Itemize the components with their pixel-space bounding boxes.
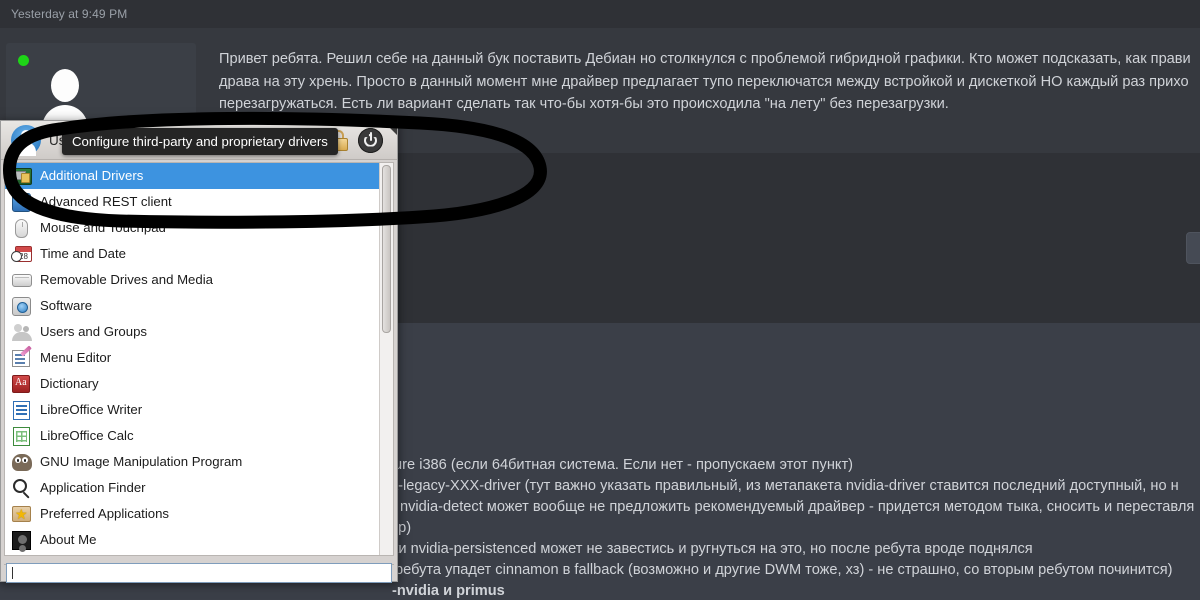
avatar-head-shape [51,69,79,102]
about-me-icon [11,529,33,551]
online-status-dot [18,55,29,66]
settings-list-item[interactable]: About Me [5,527,380,553]
settings-list-item[interactable]: Additional Drivers [5,163,380,189]
settings-list-item-label: Software [40,298,93,314]
message-body: Привет ребята. Решил себе на данный бук … [219,48,1200,116]
power-icon[interactable] [358,127,383,153]
settings-list-item[interactable]: LibreOffice Writer [5,397,380,423]
settings-list-item-label: Menu Editor [40,350,112,366]
settings-list-item-label: Additional Drivers [40,168,144,184]
rest-client-icon [11,191,33,213]
settings-list-item[interactable]: Advanced REST client [5,189,380,215]
calc-icon [11,425,33,447]
settings-list-item[interactable]: Mouse and Touchpad [5,215,380,241]
instruction-line: a-legacy-XXX-driver (тут важно указать п… [390,478,1179,494]
settings-list-item[interactable]: Dictionary [5,371,380,397]
gimp-icon [11,451,33,473]
settings-list-item-label: GNU Image Manipulation Program [40,454,243,470]
magnifier-icon-art [13,479,27,493]
calc-icon-art [13,427,30,446]
gimp-icon-art [12,454,32,471]
settings-list-item-label: About Me [40,532,97,548]
settings-window: User Additional DriversAdvanced REST cli… [0,120,398,583]
search-input[interactable] [6,563,392,583]
settings-list-item[interactable]: Application Finder [5,475,380,501]
tooltip: Configure third-party and proprietary dr… [62,128,338,155]
settings-list-item[interactable]: Software [5,293,380,319]
dictionary-icon-art [12,375,30,393]
settings-list-item-label: Mouse and Touchpad [40,220,166,236]
instruction-line: ребута упадет cinnamon в fallback (возмо… [395,562,1173,578]
star-overlay-icon: ★ [15,506,28,522]
settings-list-item-label: Advanced REST client [40,194,172,210]
calendar-clock-icon [11,243,33,265]
magnifier-icon [11,477,33,499]
about-me-icon-art [12,531,31,550]
writer-icon [11,399,33,421]
writer-icon-art [13,401,30,420]
users-icon [11,321,33,343]
software-icon [11,295,33,317]
settings-list-item[interactable]: LibreOffice Calc [5,423,380,449]
settings-list: Additional Drivers Advanced REST client Mo… [5,163,380,556]
users-icon-art [12,324,32,341]
message-line: драва на эту хрень. Просто в данный моме… [219,73,1189,90]
menu-editor-icon [11,347,33,369]
scrollbar-thumb[interactable] [1186,232,1200,264]
screen: Yesterday at 9:49 PM Привет ребята. Реши… [0,0,1200,600]
settings-list-item-label: Removable Drives and Media [40,272,213,288]
settings-list-item[interactable]: Time and Date [5,241,380,267]
instruction-line: nvidia-detect может вообще не предложить… [400,499,1195,515]
circuit-board-lock-icon [11,165,33,187]
settings-list-item[interactable]: Users and Groups [5,319,380,345]
mouse-icon [11,217,33,239]
settings-list-item-label: LibreOffice Calc [40,428,134,444]
message-line: Привет ребята. Решил себе на данный бук … [219,51,1191,67]
settings-list-item-label: Preferred Applications [40,506,170,522]
message-timestamp: Yesterday at 9:49 PM [11,7,128,21]
menu-editor-icon-art [12,350,30,367]
user-avatar-icon[interactable] [11,125,41,156]
preferred-apps-icon: ★ [11,503,33,525]
settings-list-item[interactable]: Menu Editor [5,345,380,371]
circuit-board-lock-icon-art [12,168,32,185]
settings-list-item-label: LibreOffice Writer [40,402,143,418]
settings-list-item-label: Application Finder [40,480,146,496]
drive-icon [11,269,33,291]
window-corner-decoration [383,121,397,135]
settings-list-item[interactable]: Removable Drives and Media [5,267,380,293]
drive-icon-art [12,274,32,287]
settings-list-scroll-thumb[interactable] [382,165,391,333]
rest-client-icon-art [12,193,31,212]
instruction-line: ер) [390,520,412,536]
dictionary-icon [11,373,33,395]
software-icon-art [12,297,31,316]
settings-list-item-label: Time and Date [40,246,127,262]
archive-icon [11,555,33,556]
message-line: перезагружаться. Есть ли вариант сделать… [219,96,949,112]
instruction-line: ture i386 (если 64битная система. Если н… [390,457,854,473]
clock-overlay-icon [11,251,22,262]
settings-list-item[interactable]: GNU Image Manipulation Program [5,449,380,475]
mouse-icon-art [15,219,28,238]
settings-list-container: Additional Drivers Advanced REST client Mo… [4,162,394,556]
chat-top-strip [0,0,1200,28]
header-actions [329,127,391,153]
settings-list-item[interactable]: Engrampa Archive Manager [5,553,380,556]
settings-list-item[interactable]: ★ Preferred Applications [5,501,380,527]
settings-list-item-label: Users and Groups [40,324,148,340]
instruction-line: -nvidia и primus [392,583,505,599]
text-caret [12,567,13,579]
settings-list-item-label: Dictionary [40,376,99,392]
settings-list-scrollbar[interactable] [379,163,393,555]
instruction-line: ки nvidia-persistenced может не завестис… [392,541,1033,557]
